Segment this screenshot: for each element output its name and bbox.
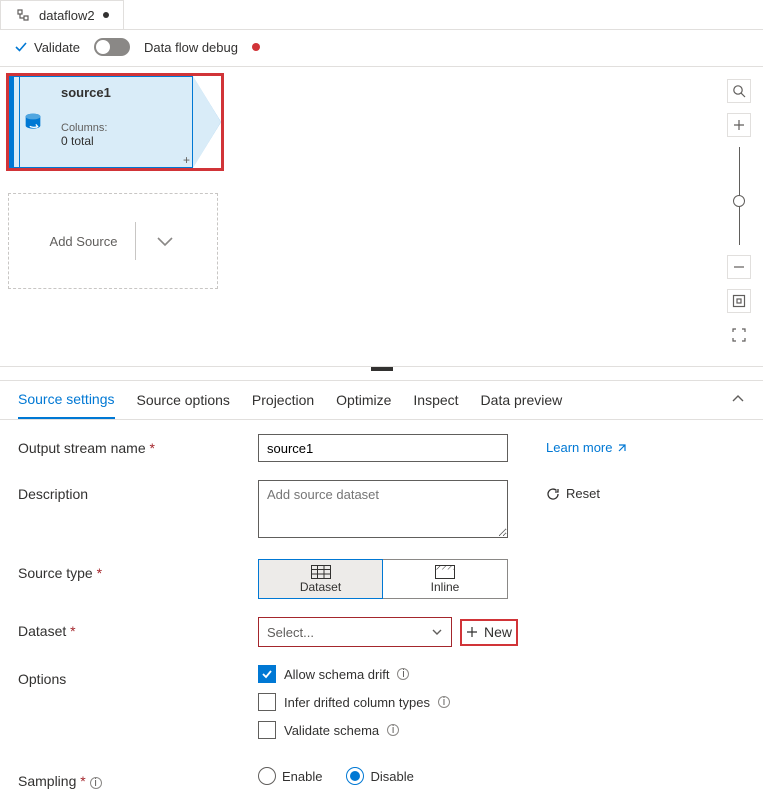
zoom-out-button[interactable] <box>727 255 751 279</box>
zoom-in-button[interactable] <box>727 113 751 137</box>
panel-resize-handle[interactable] <box>0 366 763 380</box>
fit-icon <box>732 294 746 308</box>
chevron-up-icon <box>731 392 745 406</box>
label-sampling: Sampling * i <box>18 767 258 789</box>
validate-button[interactable]: Validate <box>14 40 80 55</box>
sampling-disable-label: Disable <box>370 769 413 784</box>
divider <box>135 222 136 260</box>
source-node-name: source1 <box>61 85 182 100</box>
add-source-node[interactable]: Add Source <box>8 193 218 289</box>
file-tab-title: dataflow2 <box>39 8 95 23</box>
highlight-source-node: source1 Columns: 0 total + <box>6 73 224 171</box>
fullscreen-icon <box>732 328 746 342</box>
tab-optimize[interactable]: Optimize <box>336 392 391 418</box>
source-type-dataset[interactable]: Dataset <box>258 559 383 599</box>
new-dataset-label: New <box>484 624 512 640</box>
debug-label: Data flow debug <box>144 40 238 55</box>
inline-icon <box>435 565 455 579</box>
infer-drifted-types-label: Infer drifted column types <box>284 695 430 710</box>
validate-schema-label: Validate schema <box>284 723 379 738</box>
tab-inspect[interactable]: Inspect <box>413 392 458 418</box>
tab-source-options[interactable]: Source options <box>137 392 230 418</box>
check-icon <box>14 40 28 54</box>
file-tab[interactable]: dataflow2 <box>0 0 124 29</box>
plus-icon <box>733 119 745 131</box>
infer-drifted-types-checkbox[interactable] <box>258 693 276 711</box>
allow-schema-drift-label: Allow schema drift <box>284 667 389 682</box>
debug-status-icon <box>252 43 260 51</box>
chevron-down-icon[interactable] <box>154 230 176 252</box>
source-node-arrow <box>193 76 221 168</box>
new-dataset-button[interactable]: New <box>466 624 512 640</box>
chevron-down-icon <box>431 626 443 638</box>
dataset-select[interactable]: Select... <box>258 617 452 647</box>
fullscreen-button[interactable] <box>727 323 751 347</box>
highlight-new-button: New <box>460 619 518 646</box>
debug-toggle[interactable] <box>94 38 130 56</box>
tab-projection[interactable]: Projection <box>252 392 314 418</box>
output-stream-input[interactable] <box>258 434 508 462</box>
source-type-inline-label: Inline <box>431 580 460 594</box>
database-icon <box>22 111 44 133</box>
grip-icon <box>371 367 393 371</box>
learn-more-link[interactable]: Learn more <box>546 440 628 455</box>
search-button[interactable] <box>727 79 751 103</box>
allow-schema-drift-checkbox[interactable] <box>258 665 276 683</box>
zoom-slider-thumb[interactable] <box>733 195 745 207</box>
validate-label: Validate <box>34 40 80 55</box>
reset-button[interactable]: Reset <box>546 486 600 501</box>
label-dataset: Dataset * <box>18 617 258 639</box>
sampling-disable-radio[interactable]: Disable <box>346 767 413 785</box>
source-node-columns-count: 0 total <box>61 134 182 148</box>
source-type-inline[interactable]: Inline <box>383 559 508 599</box>
dataflow-icon <box>15 7 31 23</box>
plus-icon <box>466 626 478 638</box>
zoom-slider[interactable] <box>739 147 740 245</box>
source-node[interactable]: source1 Columns: 0 total + <box>9 76 221 168</box>
info-icon[interactable]: i <box>387 724 399 736</box>
learn-more-label: Learn more <box>546 440 612 455</box>
sampling-enable-label: Enable <box>282 769 322 784</box>
label-description: Description <box>18 480 258 502</box>
fit-to-screen-button[interactable] <box>727 289 751 313</box>
tab-data-preview[interactable]: Data preview <box>481 392 563 418</box>
label-output-stream: Output stream name * <box>18 434 258 456</box>
dataset-select-value: Select... <box>267 625 314 640</box>
validate-schema-checkbox[interactable] <box>258 721 276 739</box>
source-type-segmented: Dataset Inline <box>258 559 518 599</box>
dataset-icon <box>311 565 331 579</box>
description-input[interactable] <box>258 480 508 538</box>
dataflow-canvas[interactable]: source1 Columns: 0 total + Add Source <box>0 66 763 366</box>
add-source-label: Add Source <box>50 234 118 249</box>
sampling-enable-radio[interactable]: Enable <box>258 767 322 785</box>
source-node-columns-label: Columns: <box>61 122 182 134</box>
search-icon <box>732 84 746 98</box>
tab-source-settings[interactable]: Source settings <box>18 391 115 419</box>
reset-label: Reset <box>566 486 600 501</box>
add-transformation-icon[interactable]: + <box>183 153 190 167</box>
info-icon[interactable]: i <box>397 668 409 680</box>
info-icon[interactable]: i <box>90 777 102 789</box>
external-link-icon <box>616 442 628 454</box>
minus-icon <box>733 261 745 273</box>
reset-icon <box>546 487 560 501</box>
label-options: Options <box>18 665 258 687</box>
source-type-dataset-label: Dataset <box>300 580 341 594</box>
unsaved-indicator-icon <box>103 12 109 18</box>
collapse-panel-button[interactable] <box>731 392 745 419</box>
label-source-type: Source type * <box>18 559 258 581</box>
info-icon[interactable]: i <box>438 696 450 708</box>
checkmark-icon <box>261 668 273 680</box>
